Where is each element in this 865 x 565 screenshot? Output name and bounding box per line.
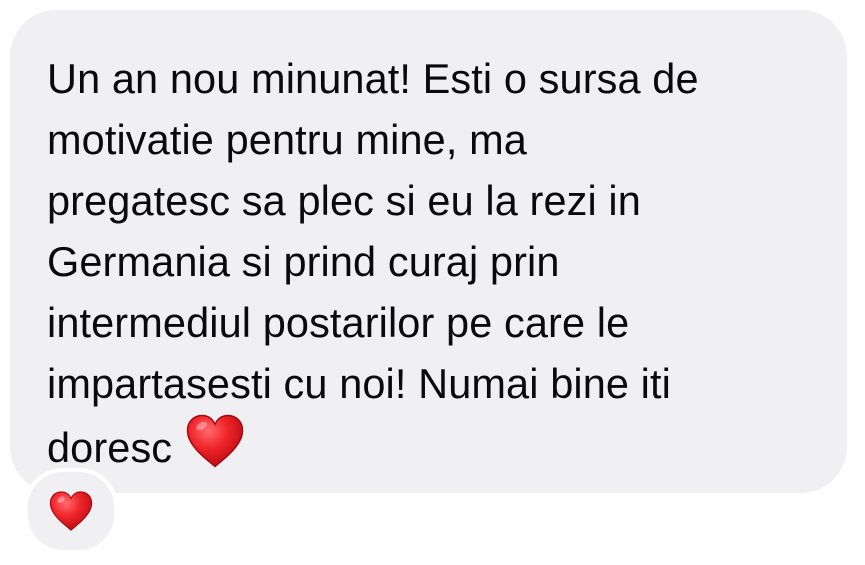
- message-line: intermediul postarilor pe care le: [47, 299, 630, 346]
- message-line: impartasesti cu noi! Numai bine iti: [47, 360, 671, 407]
- heart-reaction-badge[interactable]: [24, 468, 118, 554]
- message-line: Un an nou minunat! Esti o sursa de: [47, 55, 699, 102]
- red-heart-icon: [186, 414, 244, 468]
- message-line: pregatesc sa plec si eu la rezi in: [47, 177, 641, 224]
- red-heart-icon: [49, 491, 93, 531]
- message-line-text: doresc: [47, 424, 173, 471]
- message-bubble[interactable]: Un an nou minunat! Esti o sursa de motiv…: [10, 10, 847, 493]
- message-line: motivatie pentru mine, ma: [47, 116, 527, 163]
- message-line: Germania si prind curaj prin: [47, 238, 560, 285]
- message-canvas: Un an nou minunat! Esti o sursa de motiv…: [0, 0, 865, 565]
- message-last-line: doresc: [47, 414, 817, 478]
